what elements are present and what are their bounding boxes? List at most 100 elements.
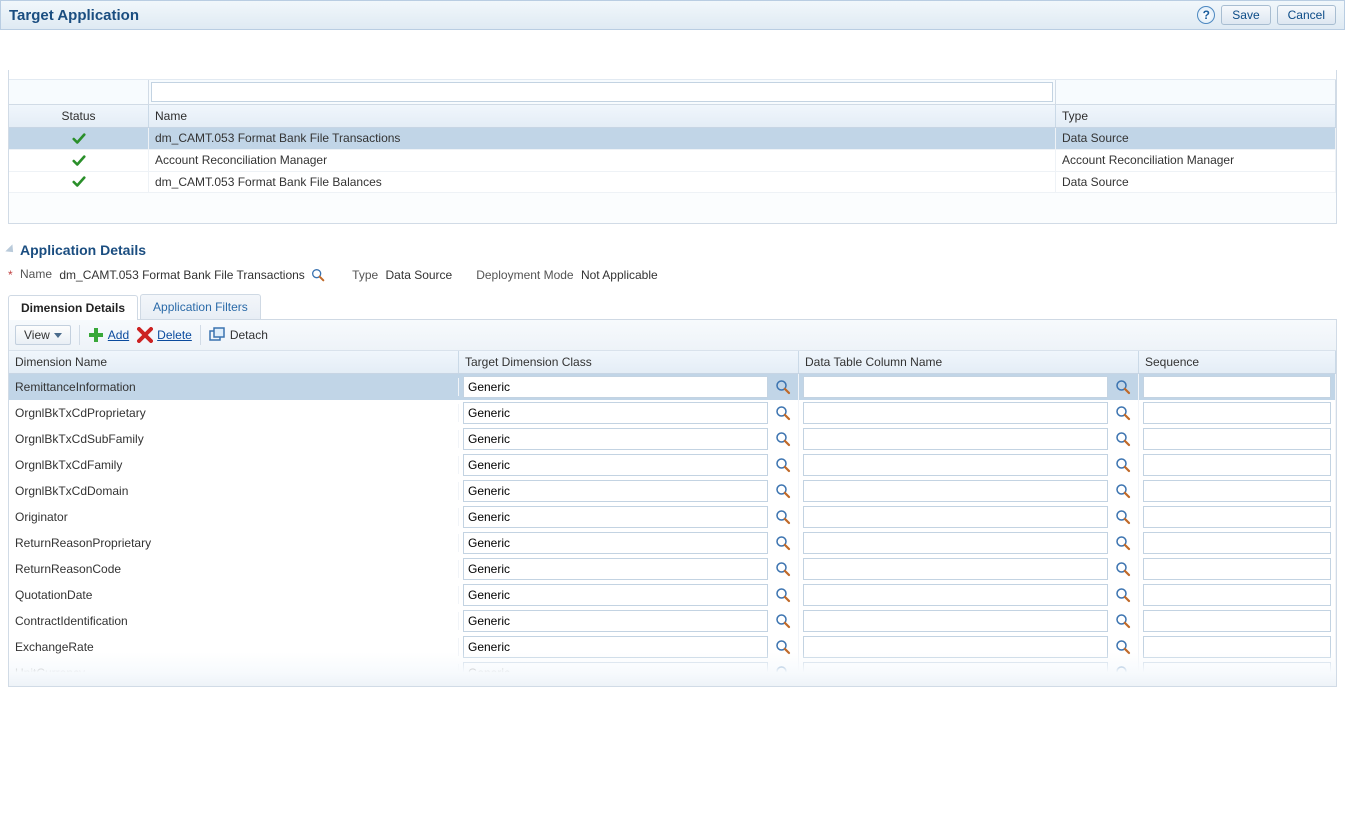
data-column-input[interactable] — [803, 454, 1108, 476]
target-class-lookup[interactable] — [772, 506, 794, 528]
x-icon — [137, 327, 153, 343]
sequence-input[interactable] — [1143, 584, 1331, 606]
data-column-lookup[interactable] — [1112, 584, 1134, 606]
target-class-input[interactable] — [463, 428, 768, 450]
data-column-lookup[interactable] — [1112, 558, 1134, 580]
table-row[interactable]: Account Reconciliation ManagerAccount Re… — [9, 150, 1336, 172]
delete-button[interactable]: Delete — [137, 327, 192, 343]
target-class-lookup[interactable] — [772, 428, 794, 450]
col-data-table-column-name[interactable]: Data Table Column Name — [799, 351, 1139, 373]
sequence-input[interactable] — [1143, 610, 1331, 632]
target-class-lookup[interactable] — [772, 532, 794, 554]
target-class-input[interactable] — [463, 480, 768, 502]
target-class-input[interactable] — [463, 454, 768, 476]
table-row[interactable]: ContractIdentification — [9, 608, 1336, 634]
sequence-input[interactable] — [1143, 480, 1331, 502]
data-column-input[interactable] — [803, 532, 1108, 554]
table-row[interactable]: RemittanceInformation — [9, 374, 1336, 400]
col-sequence[interactable]: Sequence — [1139, 351, 1336, 373]
target-class-lookup[interactable] — [772, 558, 794, 580]
data-column-input[interactable] — [803, 506, 1108, 528]
sequence-input[interactable] — [1143, 402, 1331, 424]
table-row[interactable]: OrgnlBkTxCdDomain — [9, 478, 1336, 504]
target-class-input[interactable] — [463, 636, 768, 658]
data-column-input[interactable] — [803, 636, 1108, 658]
name-filter-input[interactable] — [151, 82, 1053, 102]
table-row[interactable]: ReturnReasonCode — [9, 556, 1336, 582]
data-column-lookup[interactable] — [1112, 662, 1134, 684]
table-row[interactable]: OrgnlBkTxCdSubFamily — [9, 426, 1336, 452]
target-class-lookup[interactable] — [772, 376, 794, 398]
target-class-lookup[interactable] — [772, 402, 794, 424]
data-column-input[interactable] — [803, 662, 1108, 684]
table-row[interactable]: ReturnReasonProprietary — [9, 530, 1336, 556]
sequence-input[interactable] — [1143, 428, 1331, 450]
data-column-input[interactable] — [803, 610, 1108, 632]
table-row[interactable]: UnitCurrency — [9, 660, 1336, 686]
sequence-input[interactable] — [1143, 376, 1331, 398]
data-column-input[interactable] — [803, 376, 1108, 398]
target-class-input[interactable] — [463, 662, 768, 684]
target-class-lookup[interactable] — [772, 636, 794, 658]
col-dimension-name[interactable]: Dimension Name — [9, 351, 459, 373]
sequence-input[interactable] — [1143, 558, 1331, 580]
data-column-lookup[interactable] — [1112, 376, 1134, 398]
help-icon[interactable]: ? — [1197, 6, 1215, 24]
target-class-input[interactable] — [463, 532, 768, 554]
target-class-input[interactable] — [463, 558, 768, 580]
data-column-cell — [799, 374, 1139, 400]
data-column-lookup[interactable] — [1112, 506, 1134, 528]
dimension-name-cell: QuotationDate — [9, 586, 459, 604]
add-button[interactable]: Add — [88, 327, 129, 343]
data-column-input[interactable] — [803, 428, 1108, 450]
data-column-input[interactable] — [803, 402, 1108, 424]
table-row[interactable]: OrgnlBkTxCdFamily — [9, 452, 1336, 478]
table-row[interactable]: Originator — [9, 504, 1336, 530]
table-row[interactable]: dm_CAMT.053 Format Bank File BalancesDat… — [9, 172, 1336, 194]
view-menu-button[interactable]: View — [15, 325, 71, 345]
table-row[interactable]: ExchangeRate — [9, 634, 1336, 660]
col-status[interactable]: Status — [9, 105, 149, 127]
data-column-lookup[interactable] — [1112, 480, 1134, 502]
sequence-input[interactable] — [1143, 506, 1331, 528]
data-column-lookup[interactable] — [1112, 454, 1134, 476]
data-column-lookup[interactable] — [1112, 532, 1134, 554]
target-class-input[interactable] — [463, 584, 768, 606]
table-row[interactable]: dm_CAMT.053 Format Bank File Transaction… — [9, 128, 1336, 150]
target-class-lookup[interactable] — [772, 584, 794, 606]
tab-dimension-details[interactable]: Dimension Details — [8, 295, 138, 320]
sequence-input[interactable] — [1143, 662, 1331, 684]
table-row[interactable]: QuotationDate — [9, 582, 1336, 608]
target-class-lookup[interactable] — [772, 610, 794, 632]
search-icon — [1114, 586, 1132, 604]
sequence-input[interactable] — [1143, 532, 1331, 554]
tab-application-filters[interactable]: Application Filters — [140, 294, 261, 319]
data-column-lookup[interactable] — [1112, 428, 1134, 450]
data-column-lookup[interactable] — [1112, 610, 1134, 632]
target-class-input[interactable] — [463, 402, 768, 424]
col-target-dimension-class[interactable]: Target Dimension Class — [459, 351, 799, 373]
target-class-input[interactable] — [463, 506, 768, 528]
data-column-input[interactable] — [803, 480, 1108, 502]
sequence-input[interactable] — [1143, 636, 1331, 658]
header-bar: Target Application ? Save Cancel — [0, 0, 1345, 30]
data-column-lookup[interactable] — [1112, 402, 1134, 424]
cancel-button[interactable]: Cancel — [1277, 5, 1336, 25]
target-class-input[interactable] — [463, 610, 768, 632]
save-button[interactable]: Save — [1221, 5, 1270, 25]
data-column-lookup[interactable] — [1112, 636, 1134, 658]
col-type[interactable]: Type — [1056, 105, 1336, 127]
data-column-input[interactable] — [803, 558, 1108, 580]
target-class-input[interactable] — [463, 376, 768, 398]
dimension-name-cell: ContractIdentification — [9, 612, 459, 630]
name-lookup-button[interactable] — [308, 266, 328, 284]
sequence-input[interactable] — [1143, 454, 1331, 476]
col-name[interactable]: Name — [149, 105, 1056, 127]
target-class-lookup[interactable] — [772, 662, 794, 684]
target-class-lookup[interactable] — [772, 480, 794, 502]
table-row[interactable]: OrgnlBkTxCdProprietary — [9, 400, 1336, 426]
application-details-header[interactable]: Application Details — [8, 242, 1337, 258]
target-class-lookup[interactable] — [772, 454, 794, 476]
detach-button[interactable]: Detach — [209, 327, 268, 343]
data-column-input[interactable] — [803, 584, 1108, 606]
